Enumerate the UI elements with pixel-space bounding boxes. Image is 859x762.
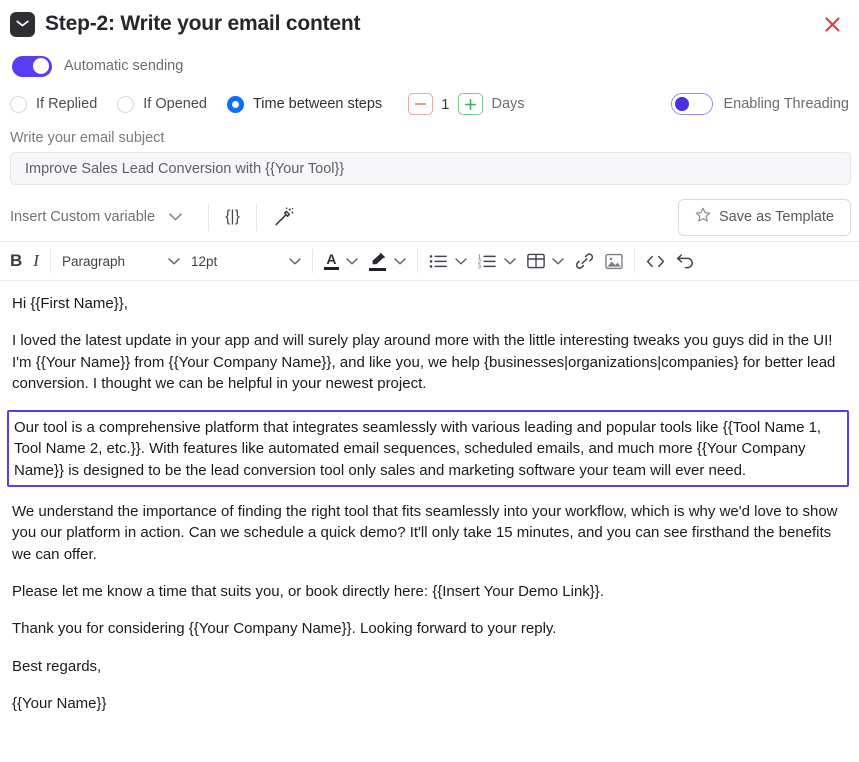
font-color-swatch <box>323 266 339 270</box>
body-paragraph-highlighted: Our tool is a comprehensive platform tha… <box>14 419 822 479</box>
toolbar-divider <box>311 249 313 273</box>
increment-days-button[interactable] <box>457 93 483 115</box>
svg-text:3: 3 <box>478 264 481 269</box>
toolbar-divider <box>633 249 635 273</box>
trigger-options-row: If Replied If Opened Time between steps … <box>0 76 859 116</box>
chevron-down-icon[interactable] <box>394 257 406 265</box>
numbered-list-icon[interactable]: 1 2 3 <box>478 254 497 269</box>
subject-label: Write your email subject <box>10 130 165 146</box>
threading-label: Enabling Threading <box>723 96 850 112</box>
delay-stepper: 1 Days <box>408 93 525 115</box>
font-color-glyph: A <box>326 250 337 267</box>
curly-brace-icon[interactable]: {|} <box>225 208 240 226</box>
automatic-sending-toggle[interactable] <box>12 55 52 77</box>
block-format-label: Paragraph <box>61 253 125 269</box>
chevron-down-icon[interactable] <box>504 257 516 265</box>
body-paragraph-demo-pitch: We understand the importance of finding … <box>12 503 838 563</box>
chevron-down-icon[interactable] <box>552 257 564 265</box>
save-as-template-button[interactable]: Save as Template <box>678 198 851 236</box>
star-icon <box>695 207 711 228</box>
highlighted-paragraph-block[interactable]: Our tool is a comprehensive platform tha… <box>7 410 849 488</box>
envelope-icon <box>10 11 35 37</box>
highlight-color-icon[interactable] <box>369 252 387 271</box>
font-size-label: 12pt <box>190 253 218 269</box>
radio-icon <box>10 95 27 113</box>
image-icon[interactable] <box>605 253 623 270</box>
radio-label: If Opened <box>143 96 207 112</box>
radio-option-time-between-steps[interactable]: Time between steps <box>226 95 383 113</box>
body-paragraph-thanks: Thank you for considering {{Your Company… <box>12 620 557 638</box>
chevron-down-icon <box>168 257 180 265</box>
close-icon[interactable] <box>819 11 845 37</box>
email-step-modal: Step-2: Write your email content Automat… <box>0 0 859 762</box>
body-paragraph-greeting: Hi {{First Name}}, <box>12 295 128 312</box>
font-size-dropdown[interactable]: 12pt <box>191 254 301 269</box>
toolbar-divider <box>49 249 51 273</box>
bold-button[interactable]: B <box>10 251 22 271</box>
page-title: Step-2: Write your email content <box>45 12 361 35</box>
code-icon[interactable] <box>646 255 665 268</box>
days-unit-label: Days <box>491 96 525 112</box>
italic-button[interactable]: I <box>33 251 39 271</box>
save-as-template-label: Save as Template <box>719 209 834 225</box>
days-value: 1 <box>441 95 450 113</box>
table-icon[interactable] <box>527 253 545 269</box>
subject-input[interactable]: Improve Sales Lead Conversion with {{You… <box>10 152 851 185</box>
insert-custom-variable-label: Insert Custom variable <box>10 209 156 225</box>
email-body-editor[interactable]: Hi {{First Name}}, I loved the latest up… <box>0 281 859 714</box>
variable-toolbar: Insert Custom variable {|} Save as Templ… <box>10 198 851 236</box>
radio-label: If Replied <box>36 96 98 112</box>
automatic-sending-label: Automatic sending <box>64 58 184 74</box>
link-icon[interactable] <box>575 252 594 270</box>
block-format-dropdown[interactable]: Paragraph <box>62 254 180 269</box>
highlight-color-swatch <box>369 267 387 271</box>
threading-row: Enabling Threading <box>670 93 852 115</box>
toolbar-divider <box>208 203 210 231</box>
body-paragraph-booking: Please let me know a time that suits you… <box>12 582 604 600</box>
chevron-down-icon <box>289 257 301 265</box>
chevron-down-icon[interactable] <box>455 257 467 265</box>
toolbar-divider <box>255 203 257 231</box>
radio-icon-selected <box>226 95 244 113</box>
body-paragraph-intro: I loved the latest update in your app an… <box>12 332 836 392</box>
body-paragraph-signoff: Best regards, <box>12 657 102 675</box>
threading-toggle[interactable] <box>670 93 713 115</box>
insert-custom-variable-dropdown[interactable]: Insert Custom variable <box>10 209 192 225</box>
format-toolbar: B I Paragraph 12pt A 1 2 3 <box>0 241 859 281</box>
radio-option-if-replied[interactable]: If Replied <box>10 95 98 113</box>
font-color-icon[interactable]: A <box>323 250 339 270</box>
automatic-sending-row: Automatic sending <box>0 42 859 77</box>
toolbar-divider <box>416 249 418 273</box>
modal-header: Step-2: Write your email content <box>0 0 859 42</box>
chevron-down-icon[interactable] <box>346 257 358 265</box>
magic-wand-icon[interactable] <box>273 206 295 228</box>
radio-option-if-opened[interactable]: If Opened <box>117 95 207 113</box>
radio-label: Time between steps <box>252 96 383 112</box>
bullet-list-icon[interactable] <box>429 254 448 269</box>
undo-icon[interactable] <box>676 253 695 269</box>
decrement-days-button[interactable] <box>408 93 434 115</box>
chevron-down-icon <box>169 213 182 221</box>
radio-icon <box>117 95 135 113</box>
body-paragraph-signature: {{Your Name}} <box>12 694 107 712</box>
